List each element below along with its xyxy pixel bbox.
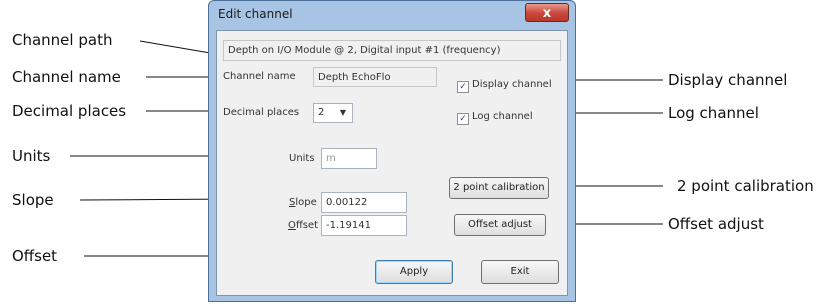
close-icon: x: [542, 6, 552, 21]
exit-button[interactable]: Exit: [481, 260, 559, 284]
decimal-places-dropdown[interactable]: 2 ▼: [313, 103, 353, 123]
display-channel-checkbox[interactable]: ✓ Display channel: [457, 79, 552, 93]
log-channel-label: Log channel: [472, 111, 533, 122]
offset-label: Offset: [288, 220, 319, 231]
slope-field[interactable]: 0.00122: [321, 192, 407, 213]
callout-slope: Slope: [12, 191, 54, 209]
decimal-places-label: Decimal places: [223, 107, 300, 118]
callout-display-channel: Display channel: [668, 71, 788, 89]
units-field[interactable]: m: [321, 148, 377, 169]
callout-channel-name: Channel name: [12, 68, 121, 86]
log-channel-checkbox[interactable]: ✓ Log channel: [457, 111, 533, 125]
callout-offset: Offset: [12, 247, 58, 265]
callout-log-channel: Log channel: [668, 104, 759, 122]
channel-name-field[interactable]: Depth EchoFlo: [313, 67, 437, 87]
callout-channel-path: Channel path: [12, 31, 113, 49]
dialog-title: Edit channel: [218, 7, 293, 21]
log-channel-check-icon: ✓: [457, 113, 469, 125]
channel-path-field: Depth on I/O Module @ 2, Digital input #…: [223, 40, 561, 61]
display-channel-label: Display channel: [472, 79, 552, 90]
units-label: Units: [289, 153, 315, 164]
callout-offset-adjust: Offset adjust: [668, 215, 764, 233]
offset-field[interactable]: -1.19141: [321, 215, 407, 236]
close-button[interactable]: x: [525, 3, 569, 22]
decimal-places-value: 2: [318, 107, 325, 118]
slope-label-rest: lope: [295, 197, 317, 208]
channel-name-label: Channel name: [223, 71, 296, 82]
dialog-title-bar[interactable]: Edit channel x: [209, 1, 575, 29]
offset-label-rest: ffset: [295, 220, 319, 231]
offset-adjust-button[interactable]: Offset adjust: [454, 214, 546, 236]
callout-units: Units: [12, 147, 51, 165]
apply-button[interactable]: Apply: [375, 260, 453, 284]
callout-2-point-calibration: 2 point calibration: [677, 177, 814, 195]
chevron-down-icon: ▼: [339, 108, 346, 117]
edit-channel-dialog: Edit channel x Depth on I/O Module @ 2, …: [208, 0, 576, 302]
2-point-calibration-button[interactable]: 2 point calibration: [449, 177, 549, 199]
dialog-client-area: Depth on I/O Module @ 2, Digital input #…: [216, 30, 568, 296]
callout-decimal-places: Decimal places: [12, 102, 127, 120]
slope-label: Slope: [289, 197, 317, 208]
display-channel-check-icon: ✓: [457, 81, 469, 93]
